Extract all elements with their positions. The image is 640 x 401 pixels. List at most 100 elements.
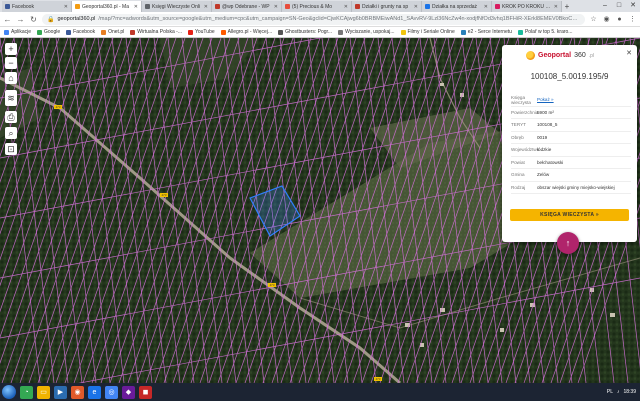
road-label: 473 (269, 283, 274, 287)
attribute-value: bełchatowski (537, 159, 564, 165)
attribute-key: Powierzchnia (511, 109, 539, 115)
firefox-icon[interactable]: ◉ (71, 385, 84, 399)
search-icon[interactable]: ⌕ (5, 127, 17, 139)
attribute-value: łódzkie (537, 147, 552, 153)
bookmark-item[interactable]: Allegro.pl - Więcej... (220, 29, 272, 35)
profile-icon[interactable]: ● (615, 16, 624, 23)
bookmark-label: Filmy i Seriale Online (407, 29, 455, 35)
browser-tab[interactable]: Geoportal360.pl - Ma ✕ (72, 1, 142, 12)
maximize-icon[interactable]: □ (612, 0, 626, 12)
app2-icon[interactable]: ◼ (139, 385, 152, 399)
folder-icon[interactable]: ▭ (37, 385, 50, 399)
bookmark-icon (66, 29, 72, 35)
bookmark-label: Wirtualna Polska -... (137, 29, 182, 35)
forward-icon[interactable]: → (16, 15, 25, 24)
bookmark-icon (517, 29, 523, 35)
bookmark-icon (37, 29, 43, 35)
close-icon[interactable]: ✕ (626, 49, 632, 57)
tab-close-icon[interactable]: ✕ (344, 4, 348, 10)
clock[interactable]: 18:39 (623, 389, 636, 395)
browser-tab[interactable]: Facebook ✕ (2, 1, 72, 12)
bookmark-item[interactable]: Ghostbusters: Pogr... (278, 29, 332, 35)
tab-close-icon[interactable]: ✕ (204, 4, 208, 10)
minimize-icon[interactable]: – (598, 0, 612, 12)
star-icon[interactable]: ☆ (589, 15, 598, 23)
attribute-key: Księga wieczysta (511, 94, 531, 105)
tab-close-icon[interactable]: ✕ (64, 4, 68, 10)
print-icon[interactable]: ⎙ (5, 111, 17, 123)
tab-close-icon[interactable]: ✕ (134, 4, 138, 10)
menu-icon[interactable]: ⋮ (628, 15, 637, 23)
window-controls: – □ ✕ (598, 0, 640, 12)
attribute-key: Obręb (511, 134, 524, 140)
bookmark-label: Facebook (73, 29, 96, 35)
system-tray: PL ♪ 18:39 (607, 383, 636, 401)
tab-close-icon[interactable]: ✕ (274, 4, 278, 10)
media-icon[interactable]: ▶ (54, 385, 67, 399)
browser-tab[interactable]: (5) Precious & Mo ✕ (282, 1, 352, 12)
bookmark-item[interactable]: Wyciszanie, uspokaj... (338, 29, 395, 35)
attribute-value: 0019 (537, 134, 548, 140)
lock-icon: 🔒 (47, 16, 55, 23)
logo-text: Geoportal (538, 52, 572, 59)
attribute-value[interactable]: Pokaż » (537, 97, 631, 102)
chrome-icon[interactable]: ◎ (105, 385, 118, 399)
bookmark-item[interactable]: Onet.pl (101, 29, 124, 35)
measure-icon[interactable]: ⊡ (5, 143, 17, 155)
bookmark-item[interactable]: e2 - Serce Internetu (460, 29, 512, 35)
tray-lang[interactable]: PL (607, 389, 613, 395)
back-icon[interactable]: ← (3, 15, 12, 24)
bookmark-label: Onet.pl (108, 29, 125, 35)
bookmark-icon (187, 29, 193, 35)
bookmark-item[interactable]: Aplikacje (4, 29, 31, 35)
volume-icon[interactable]: ♪ (617, 389, 620, 395)
taskbar: ◔ ▭ ▶ ◉ e ◎ ◆ ◼ (0, 383, 640, 401)
zoom-out-button[interactable]: − (5, 57, 17, 69)
attribute-row: Powierzchnia 5900 m² (511, 107, 631, 119)
favicon-icon (75, 4, 80, 9)
sun-logo-icon (526, 51, 535, 60)
logo-number: 360 (574, 52, 586, 59)
bookmark-item[interactable]: YouTube (187, 29, 215, 35)
bookmark-item[interactable]: Polař w top 5. kraro... (517, 29, 572, 35)
tab-close-icon[interactable]: ✕ (484, 4, 488, 10)
app-icon[interactable]: ◆ (122, 385, 135, 399)
browser-tab[interactable]: Działka na sprzedaż ✕ (422, 1, 492, 12)
browser-tab[interactable]: Działki i grunty na sp ✕ (352, 1, 422, 12)
attribute-value: Zelów (537, 172, 550, 178)
reload-icon[interactable]: ↻ (29, 15, 38, 24)
bookmark-icon (338, 29, 344, 35)
bookmark-item[interactable]: Wirtualna Polska -... (130, 29, 182, 35)
whatsapp-icon[interactable]: ◔ (20, 385, 33, 399)
tab-label: KROK PO KROKU Jak (502, 3, 552, 10)
bookmark-item[interactable]: Facebook (66, 29, 95, 35)
browser-tab[interactable]: Księgi Wieczyste Onli ✕ (142, 1, 212, 12)
close-window-icon[interactable]: ✕ (626, 0, 640, 12)
zoom-in-button[interactable]: + (5, 43, 17, 55)
parcel-info-panel: ✕ Geoportal 360 .pl 100108_5.0019.195/9 Ks… (502, 45, 637, 242)
tab-close-icon[interactable]: ✕ (414, 4, 418, 10)
favicon-icon (495, 4, 500, 9)
logo-tld: .pl (588, 52, 595, 59)
parcel-id: 100108_5.0019.195/9 (530, 72, 609, 81)
scroll-up-button[interactable]: ↑ (557, 232, 579, 254)
road-label: 473 (55, 105, 60, 109)
start-button[interactable] (2, 385, 16, 399)
extension-icon[interactable]: ◉ (602, 15, 611, 23)
url-input[interactable]: 🔒 geoportal360.pl /map/?mc=adwords&utm_s… (42, 13, 585, 25)
bookmark-item[interactable]: Filmy i Seriale Online (400, 29, 455, 35)
new-tab-button[interactable]: + (562, 1, 572, 12)
parcel-attributes: Księga wieczysta Pokaż » Powierzchnia 5900 … (511, 94, 631, 194)
browser-tab[interactable]: @wp Odebrane - WP ✕ (212, 1, 282, 12)
edge-icon[interactable]: e (88, 385, 101, 399)
road-label: 473 (375, 377, 380, 381)
bookmark-icon (4, 29, 9, 35)
layers-icon[interactable]: ≋ (5, 90, 17, 106)
land-register-button[interactable]: KSIĘGA WIECZYSTA » (510, 209, 629, 221)
tab-close-icon[interactable]: ✕ (554, 4, 558, 10)
bookmark-label: Wyciszanie, uspokaj... (345, 29, 395, 35)
bookmark-item[interactable]: Google (37, 29, 60, 35)
browser-tab[interactable]: KROK PO KROKU Jak ✕ (492, 1, 562, 12)
bookmark-icon (460, 29, 466, 35)
home-icon[interactable]: ⌂ (5, 72, 17, 84)
